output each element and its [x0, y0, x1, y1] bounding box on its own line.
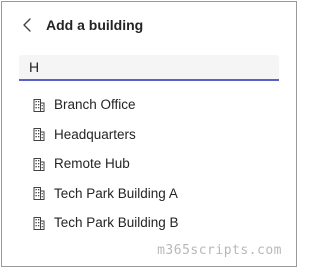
panel-header: Add a building [20, 14, 143, 36]
building-list: Branch Office Headquarters Remote Hub Te… [2, 90, 298, 238]
list-item-label: Tech Park Building A [54, 185, 178, 201]
chevron-left-icon [23, 18, 31, 32]
page-title: Add a building [46, 17, 144, 33]
list-item-label: Headquarters [54, 126, 136, 142]
list-item[interactable]: Remote Hub [2, 149, 298, 179]
building-icon [33, 98, 45, 112]
add-building-panel: Add a building Branch Office [1, 1, 297, 267]
building-icon [33, 127, 45, 142]
list-item-label: Tech Park Building B [54, 215, 179, 231]
list-item-label: Branch Office [54, 97, 136, 113]
watermark: m365scripts.com [157, 243, 282, 258]
building-icon [33, 157, 45, 171]
list-item[interactable]: Headquarters [2, 120, 298, 150]
building-icon [33, 216, 45, 230]
building-search-input[interactable] [19, 55, 279, 81]
back-button[interactable] [20, 15, 34, 35]
list-item[interactable]: Branch Office [2, 90, 298, 120]
building-icon [33, 186, 45, 201]
list-item[interactable]: Tech Park Building A [2, 179, 298, 209]
list-item[interactable]: Tech Park Building B [2, 208, 298, 238]
list-item-label: Remote Hub [54, 156, 130, 172]
